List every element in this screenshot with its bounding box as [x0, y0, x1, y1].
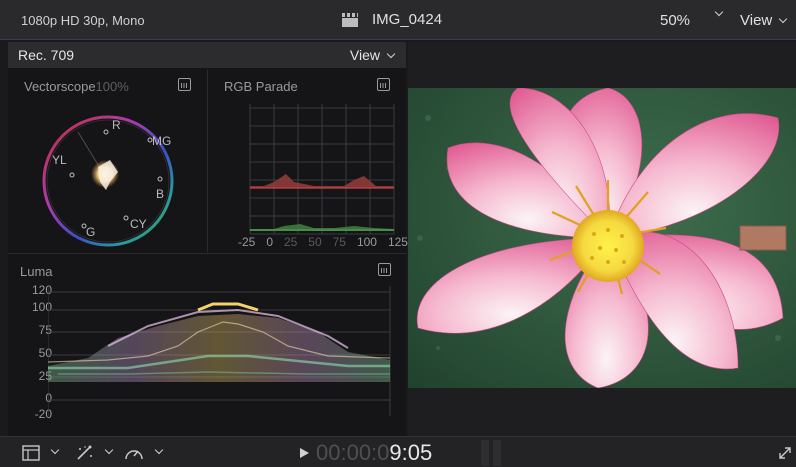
vector-label-mg: MG [152, 134, 171, 148]
timecode-display[interactable]: 00:00:0 9:05 [300, 440, 432, 466]
scope-divider [207, 70, 208, 252]
clapperboard-icon [342, 12, 358, 27]
viewer-canvas[interactable] [408, 42, 796, 436]
luma-title: Luma [20, 264, 53, 279]
play-icon[interactable] [300, 448, 309, 458]
rgb-parade-title: RGB Parade [224, 79, 298, 94]
vectorscope-label: Vectorscope [24, 79, 96, 94]
transform-wand-icon [77, 445, 92, 460]
waveform-settings-icon[interactable] [377, 78, 390, 91]
layout-menu[interactable] [22, 445, 60, 461]
timecode-dim: 00:00:0 [316, 440, 390, 465]
chevron-down-icon [714, 7, 724, 17]
video-scopes: Rec. 709 View Vectorscope100% R MG B CY … [8, 42, 408, 436]
audio-meter-left [481, 440, 489, 466]
timecode-value: 9:05 [389, 440, 433, 465]
vector-label-cy: CY [130, 217, 147, 231]
waveform-settings-icon[interactable] [378, 263, 391, 276]
lotus-image [408, 88, 796, 388]
vector-label-r: R [112, 118, 121, 132]
video-frame[interactable] [408, 88, 796, 388]
luma-y-axis: 120 100 75 50 25 0 -20 [18, 283, 52, 423]
vectorscope-percent: 100% [95, 79, 129, 94]
x-tick: 50 [308, 235, 322, 249]
layout-icon [22, 445, 40, 461]
colorspace-label: Rec. 709 [18, 47, 75, 63]
viewer-view-menu[interactable]: View [740, 12, 788, 29]
vector-label-g: G [86, 225, 95, 239]
x-tick: 75 [332, 235, 346, 249]
audio-meters [481, 440, 501, 466]
retime-menu[interactable] [124, 445, 164, 461]
scope-divider [8, 253, 406, 254]
chevron-down-icon [50, 445, 60, 455]
vector-label-yl: YL [52, 153, 67, 167]
x-tick: 25 [283, 235, 298, 249]
viewer-view-label: View [740, 12, 773, 29]
x-tick: 100 [356, 235, 377, 249]
scopes-view-menu[interactable]: View [349, 47, 396, 63]
x-tick: 0 [266, 235, 273, 249]
x-tick: 125 [387, 235, 408, 249]
chevron-down-icon [154, 445, 164, 455]
scopes-view-label: View [349, 47, 380, 63]
vectorscope-title: Vectorscope100% [24, 79, 129, 94]
vectorscope-graph: R MG B CY G YL [42, 115, 174, 247]
zoom-menu[interactable]: 50% [660, 7, 724, 29]
luma-waveform [48, 286, 391, 416]
rgb-parade-graph [249, 104, 395, 235]
format-label: 1080p HD 30p, Mono [21, 13, 145, 28]
clip-name: IMG_0424 [372, 11, 443, 28]
chevron-down-icon [104, 445, 114, 455]
speed-gauge-icon [125, 450, 143, 460]
scopes-header: Rec. 709 View [8, 42, 406, 68]
fullscreen-icon[interactable] [778, 446, 792, 460]
zoom-value: 50% [660, 12, 691, 29]
chevron-down-icon [386, 49, 396, 59]
x-tick: -25 [238, 235, 256, 249]
vector-label-b: B [156, 187, 164, 201]
audio-meter-right [493, 440, 501, 466]
transform-menu[interactable] [76, 445, 114, 461]
clip-title: IMG_0424 [342, 11, 442, 28]
waveform-settings-icon[interactable] [178, 78, 191, 91]
viewer-header: 1080p HD 30p, Mono IMG_0424 50% View [0, 0, 796, 40]
chevron-down-icon [779, 14, 788, 24]
rgb-parade-x-axis: -25 0 25 50 75 100 125 [238, 235, 408, 249]
